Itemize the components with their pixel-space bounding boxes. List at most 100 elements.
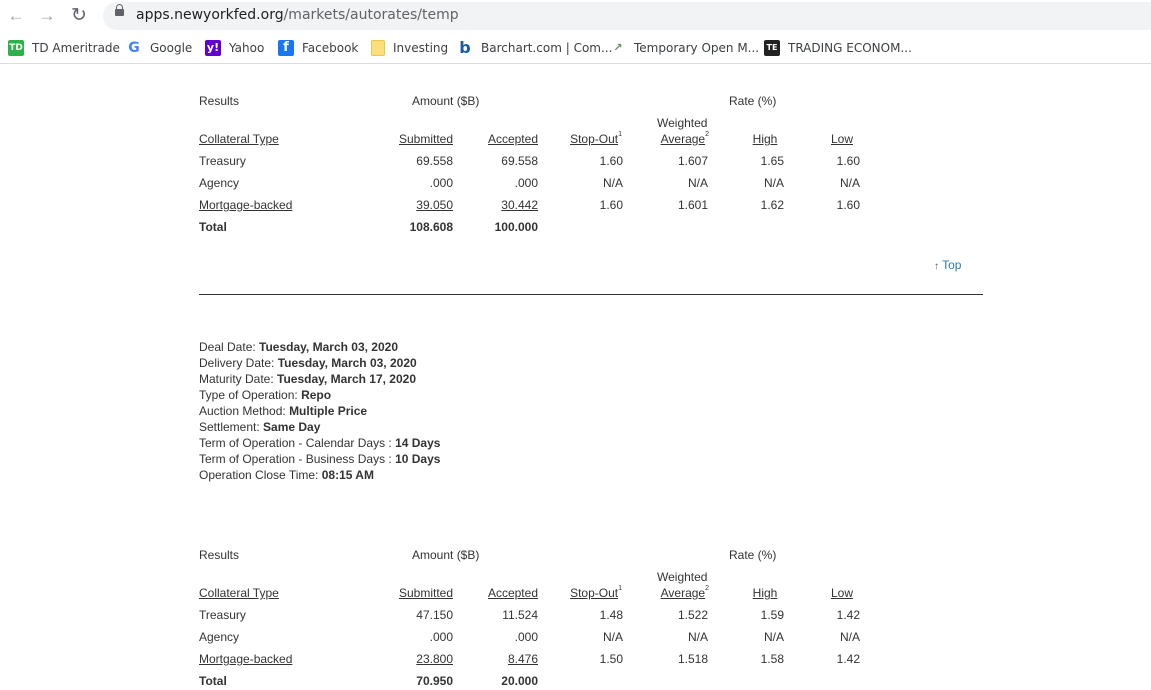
detail-value: Tuesday, March 03, 2020 bbox=[277, 356, 417, 370]
bookmark-yahoo[interactable]: y! Yahoo bbox=[205, 38, 264, 58]
back-arrow-icon[interactable]: ← bbox=[5, 5, 27, 27]
detail-label: Deal Date: bbox=[199, 340, 260, 354]
bookmark-temporary-open-market[interactable]: ↗ Temporary Open M... bbox=[610, 38, 759, 58]
accepted-value: 69.558 bbox=[501, 154, 538, 168]
low-value: 1.60 bbox=[836, 154, 860, 168]
bookmark-label: Facebook bbox=[302, 41, 359, 55]
facebook-icon: f bbox=[278, 40, 294, 56]
results-label: Results bbox=[199, 548, 240, 562]
detail-value: Repo bbox=[301, 388, 332, 402]
stopout-value: N/A bbox=[602, 630, 623, 644]
url-path: /markets/autorates/temp bbox=[283, 7, 459, 23]
total-label: Total bbox=[199, 220, 227, 234]
weighted-average-value: 1.607 bbox=[677, 154, 708, 168]
accepted-header[interactable]: Accepted bbox=[458, 586, 538, 600]
weighted-average-header[interactable]: Average2 bbox=[620, 585, 709, 600]
bookmark-td-ameritrade[interactable]: TD TD Ameritrade bbox=[8, 38, 120, 58]
stopout-value: 1.48 bbox=[599, 608, 623, 622]
stopout-header[interactable]: Stop-Out1 bbox=[540, 585, 622, 600]
detail-label: Delivery Date: bbox=[199, 356, 278, 370]
detail-value: 08:15 AM bbox=[321, 468, 374, 482]
bookmark-investing-folder[interactable]: Investing bbox=[371, 38, 448, 58]
accepted-value-link[interactable]: 30.442 bbox=[458, 198, 538, 212]
delivery-date: Delivery Date: Tuesday, March 03, 2020 bbox=[199, 355, 417, 371]
collateral-type-link[interactable]: Mortgage-backed bbox=[199, 652, 292, 666]
detail-label: Maturity Date: bbox=[199, 372, 278, 386]
collateral-type-link[interactable]: Mortgage-backed bbox=[199, 198, 292, 212]
detail-value: Multiple Price bbox=[289, 404, 368, 418]
weighted-average-value: N/A bbox=[687, 630, 708, 644]
collateral-type-header[interactable]: Collateral Type bbox=[199, 586, 279, 600]
reload-icon[interactable]: ↻ bbox=[68, 5, 90, 27]
rate-label: Rate (%) bbox=[729, 94, 777, 108]
folder-icon bbox=[371, 40, 385, 56]
bookmark-facebook[interactable]: f Facebook bbox=[278, 38, 358, 58]
bookmarks-bar: TD TD Ameritrade G Google y! Yahoo f Fac… bbox=[0, 33, 1151, 64]
accepted-header[interactable]: Accepted bbox=[458, 132, 538, 146]
bookmark-label: TD Ameritrade bbox=[32, 41, 120, 55]
stopout-value: 1.50 bbox=[599, 652, 623, 666]
settlement: Settlement: Same Day bbox=[199, 419, 320, 435]
submitted-header[interactable]: Submitted bbox=[372, 132, 453, 146]
bookmark-google[interactable]: G Google bbox=[126, 38, 192, 58]
detail-value: Same Day bbox=[263, 420, 321, 434]
collateral-type: Treasury bbox=[199, 154, 246, 168]
low-header[interactable]: Low bbox=[817, 132, 867, 146]
detail-value: Tuesday, March 17, 2020 bbox=[277, 372, 416, 386]
bookmark-label: TRADING ECONOM... bbox=[788, 41, 912, 55]
accepted-value-link[interactable]: 8.476 bbox=[458, 652, 538, 666]
high-value: 1.62 bbox=[760, 198, 784, 212]
submitted-value-link[interactable]: 39.050 bbox=[372, 198, 453, 212]
bookmark-label: Temporary Open M... bbox=[634, 41, 760, 55]
amount-label: Amount ($B) bbox=[412, 548, 480, 562]
low-value: N/A bbox=[839, 176, 860, 190]
lock-icon bbox=[115, 4, 124, 16]
collateral-type: Treasury bbox=[199, 608, 246, 622]
yahoo-icon: y! bbox=[205, 40, 221, 56]
detail-label: Operation Close Time: bbox=[199, 468, 322, 482]
collateral-type: Agency bbox=[199, 630, 240, 644]
forward-arrow-icon[interactable]: → bbox=[36, 5, 58, 27]
submitted-value-link[interactable]: 23.800 bbox=[372, 652, 453, 666]
stopout-header[interactable]: Stop-Out1 bbox=[540, 131, 622, 146]
stopout-value: 1.60 bbox=[599, 154, 623, 168]
high-value: 1.59 bbox=[760, 608, 784, 622]
stopout-header-label: Stop-Out bbox=[570, 586, 619, 600]
submitted-value: .000 bbox=[429, 176, 453, 190]
total-label: Total bbox=[199, 674, 227, 688]
bookmark-label: Yahoo bbox=[229, 41, 265, 55]
chart-icon: ↗ bbox=[613, 41, 623, 54]
bookmark-label: Barchart.com | Com... bbox=[481, 41, 613, 55]
weighted-header-line1: Weighted bbox=[657, 570, 708, 584]
total-accepted: 20.000 bbox=[501, 674, 538, 688]
term-business-days: Term of Operation - Business Days : 10 D… bbox=[199, 451, 440, 467]
detail-label: Type of Operation: bbox=[199, 388, 302, 402]
collateral-type-header[interactable]: Collateral Type bbox=[199, 132, 279, 146]
top-link[interactable]: ↑ Top bbox=[934, 258, 961, 272]
low-value: N/A bbox=[839, 630, 860, 644]
weighted-average-value: N/A bbox=[687, 176, 708, 190]
accepted-value: 11.524 bbox=[502, 608, 538, 622]
weighted-average-value: 1.518 bbox=[677, 652, 708, 666]
bookmark-barchart[interactable]: b Barchart.com | Com... bbox=[457, 38, 612, 58]
address-bar[interactable]: apps.newyorkfed.org/markets/autorates/te… bbox=[103, 2, 1151, 30]
url-text[interactable]: apps.newyorkfed.org/markets/autorates/te… bbox=[136, 7, 459, 23]
weighted-average-header[interactable]: Average2 bbox=[620, 131, 709, 146]
high-header[interactable]: High bbox=[740, 586, 790, 600]
high-header[interactable]: High bbox=[740, 132, 790, 146]
low-header[interactable]: Low bbox=[817, 586, 867, 600]
weighted-average-value: 1.601 bbox=[677, 198, 708, 212]
submitted-header[interactable]: Submitted bbox=[372, 586, 453, 600]
detail-value: 14 Days bbox=[395, 436, 441, 450]
submitted-value: .000 bbox=[429, 630, 453, 644]
high-value: N/A bbox=[763, 630, 784, 644]
high-value: 1.65 bbox=[760, 154, 784, 168]
bookmark-label: Google bbox=[150, 41, 193, 55]
auction-method: Auction Method: Multiple Price bbox=[199, 403, 367, 419]
high-value: N/A bbox=[763, 176, 784, 190]
high-value: 1.58 bbox=[760, 652, 784, 666]
bookmark-trading-economics[interactable]: TE TRADING ECONOM... bbox=[764, 38, 912, 58]
results-label: Results bbox=[199, 94, 240, 108]
google-icon: G bbox=[128, 40, 140, 56]
accepted-value: .000 bbox=[514, 176, 538, 190]
